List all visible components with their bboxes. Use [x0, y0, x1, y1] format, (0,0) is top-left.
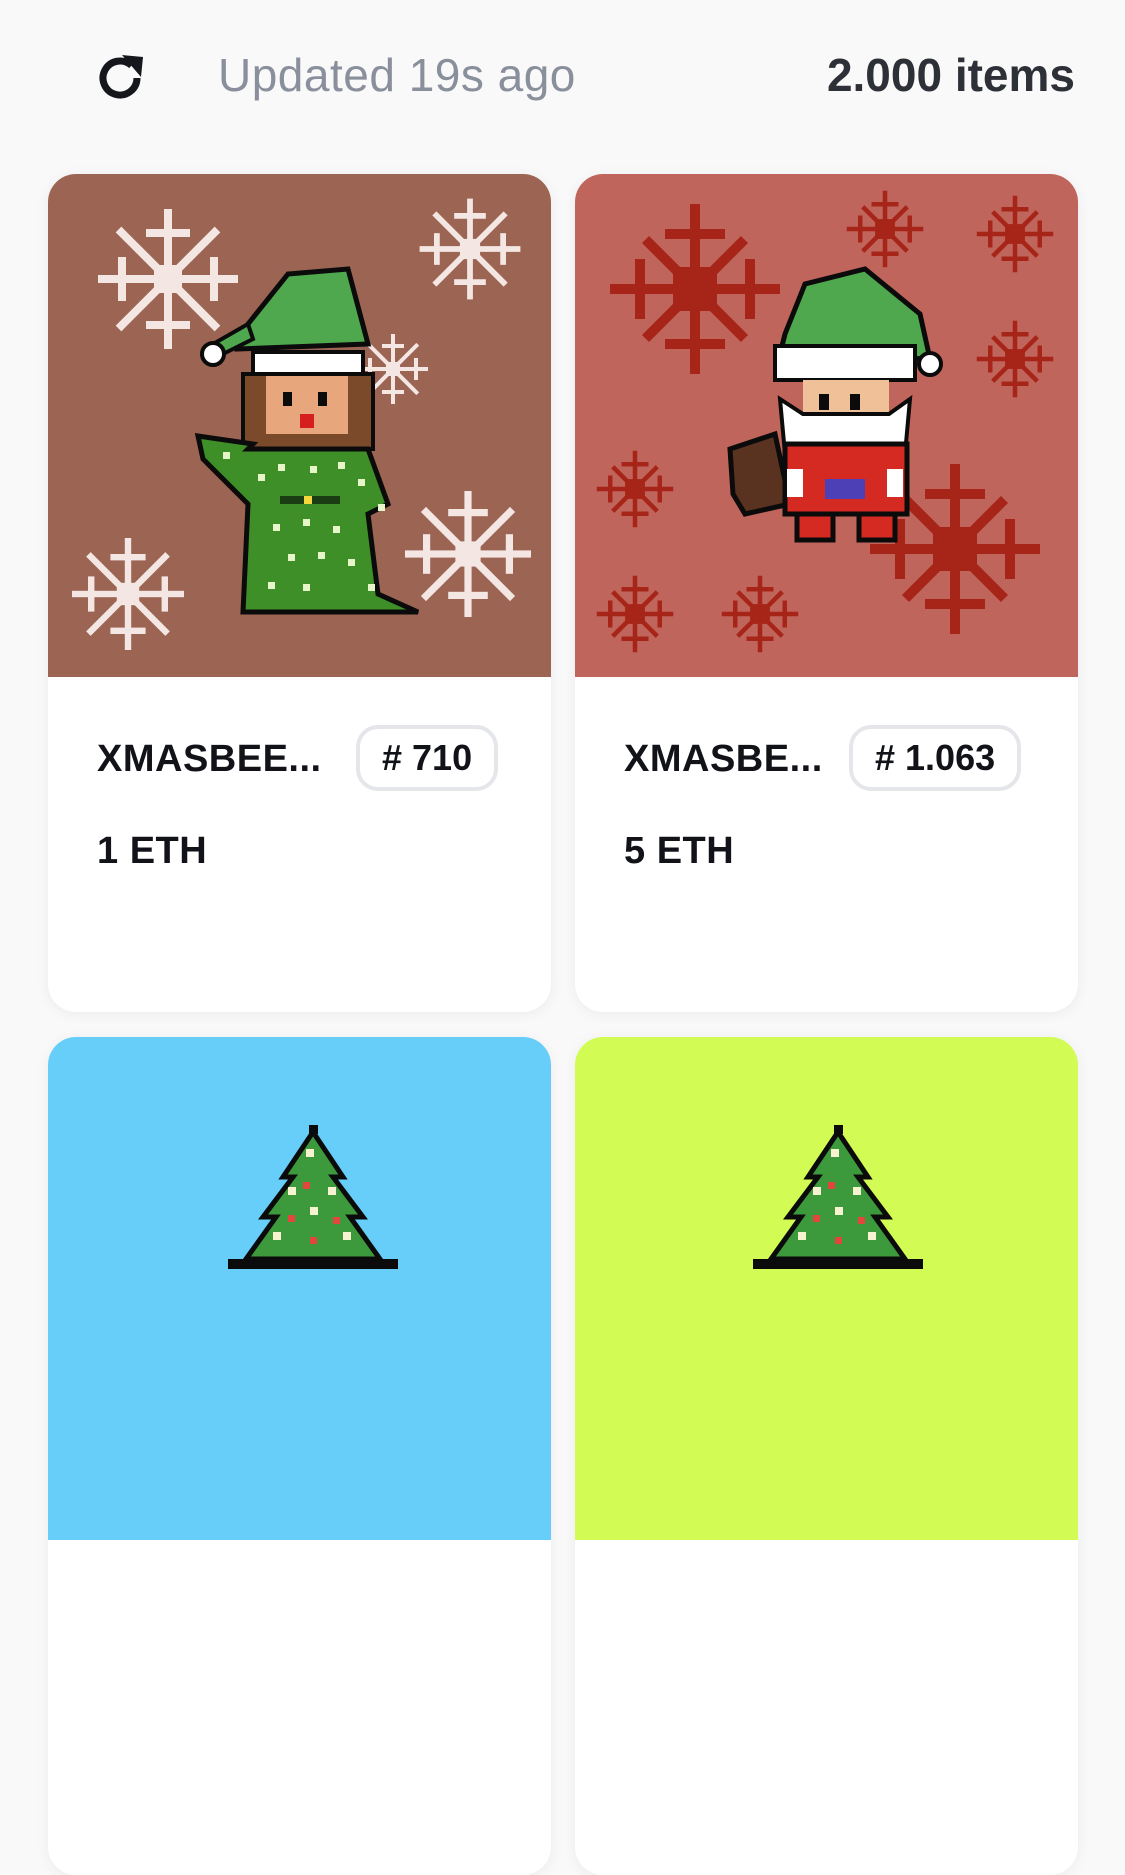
- nft-card[interactable]: [48, 1037, 551, 1875]
- token-id-badge: # 1.063: [849, 725, 1022, 791]
- nft-card[interactable]: [575, 1037, 1078, 1875]
- nft-card[interactable]: XMASBE... # 1.063 5 ETH: [575, 174, 1078, 1012]
- header-bar: Updated 19s ago 2.000 items: [0, 0, 1125, 150]
- nft-image[interactable]: [48, 1037, 551, 1540]
- nft-image[interactable]: [575, 1037, 1078, 1540]
- nft-name: XMASBE...: [624, 738, 823, 780]
- nft-card[interactable]: XMASBEE... # 710 1 ETH: [48, 174, 551, 1012]
- refresh-icon: [99, 55, 143, 99]
- token-id-badge: # 710: [356, 725, 499, 791]
- items-count: 2.000 items: [826, 49, 1075, 101]
- nft-price: 1 ETH: [97, 830, 208, 872]
- nft-name: XMASBEE...: [97, 738, 322, 780]
- nft-price: 5 ETH: [624, 830, 735, 872]
- last-updated-text: Updated 19s ago: [218, 49, 576, 101]
- nft-image[interactable]: [48, 174, 551, 677]
- refresh-button[interactable]: [92, 50, 148, 106]
- nft-image[interactable]: [575, 174, 1078, 677]
